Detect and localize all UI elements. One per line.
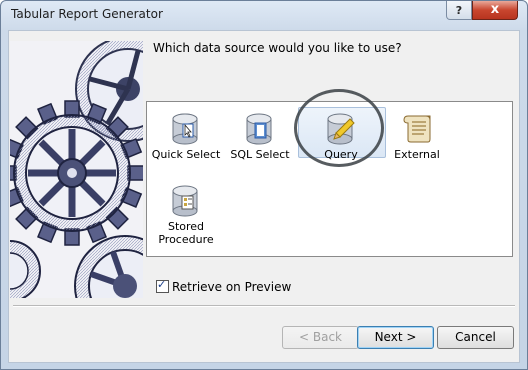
stored-procedure-database-icon — [172, 185, 198, 217]
checkbox-checked-icon[interactable] — [156, 278, 169, 293]
gears-illustration — [10, 41, 143, 298]
source-label: External — [394, 148, 440, 161]
window-title: Tabular Report Generator — [11, 7, 163, 21]
close-icon: x — [490, 2, 500, 17]
retrieve-on-preview-checkbox[interactable]: Retrieve on Preview — [156, 278, 292, 294]
source-external[interactable]: External — [382, 111, 452, 161]
source-label: SQL Select — [230, 148, 290, 161]
data-source-prompt: Which data source would you like to use? — [153, 41, 402, 55]
external-scroll-icon — [403, 115, 431, 143]
checkbox-label: Retrieve on Preview — [172, 280, 292, 294]
title-bar[interactable]: Tabular Report Generator ? x — [1, 1, 527, 31]
help-button[interactable]: ? — [446, 1, 472, 20]
data-source-list[interactable]: Quick Select SQL Select Query External S… — [146, 89, 513, 257]
next-button[interactable]: Next > — [357, 326, 434, 349]
gears-icon — [10, 41, 143, 298]
highlight-circle — [294, 89, 384, 167]
source-label: Stored Procedure — [158, 220, 214, 246]
source-label: Quick Select — [151, 148, 221, 161]
dialog-window: Tabular Report Generator ? x Which data … — [0, 0, 528, 370]
sql-select-database-icon — [246, 113, 272, 145]
back-button[interactable]: < Back — [282, 326, 359, 349]
dialog-body: Which data source would you like to use?… — [8, 30, 520, 363]
quick-select-database-icon — [172, 113, 198, 145]
close-button[interactable]: x — [472, 1, 518, 20]
cancel-button[interactable]: Cancel — [437, 326, 514, 349]
source-sql-select[interactable]: SQL Select — [225, 111, 295, 161]
divider — [13, 305, 515, 307]
source-quick-select[interactable]: Quick Select — [151, 111, 221, 161]
source-stored-procedure[interactable]: Stored Procedure — [151, 183, 221, 246]
